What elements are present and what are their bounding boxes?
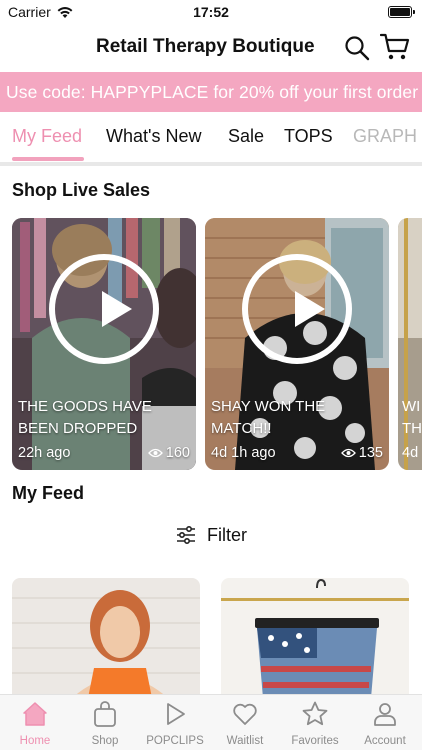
- tab-whats-new[interactable]: What's New: [106, 126, 201, 147]
- live-sale-card-partial[interactable]: WI TH 4d: [398, 218, 422, 470]
- live-sale-title: THE GOODS HAVE BEEN DROPPED: [18, 398, 152, 437]
- category-tabs: My Feed What's New Sale TOPS GRAPH: [0, 112, 422, 166]
- live-sale-time-partial: 4d: [402, 445, 419, 461]
- live-sale-title: SHAY WON THE MATCH!!: [211, 398, 326, 437]
- tab-graphic[interactable]: GRAPH: [353, 126, 417, 147]
- person-icon: [374, 703, 396, 726]
- nav-home[interactable]: Home: [0, 695, 70, 750]
- nav-favorites[interactable]: Favorites: [280, 695, 350, 750]
- heart-icon: [233, 703, 257, 725]
- tab-divider: [0, 162, 422, 166]
- battery-icon: [388, 6, 415, 18]
- play-triangle-icon: [295, 291, 325, 327]
- filter-sliders-icon: [177, 526, 195, 544]
- product-card[interactable]: [12, 578, 200, 698]
- tab-sale[interactable]: Sale: [228, 126, 264, 147]
- star-icon: [302, 701, 328, 726]
- play-triangle-icon: [102, 291, 132, 327]
- nav-waitlist-label: Waitlist: [226, 735, 264, 747]
- bag-icon: [94, 701, 116, 727]
- play-button-icon[interactable]: [49, 254, 159, 364]
- tab-my-feed[interactable]: My Feed: [12, 126, 82, 147]
- views-count: 135: [358, 445, 383, 461]
- nav-waitlist[interactable]: Waitlist: [210, 695, 280, 750]
- live-sale-card[interactable]: SHAY WON THE MATCH!! 4d 1h ago 135: [205, 218, 389, 470]
- search-icon[interactable]: [344, 35, 370, 61]
- tab-tops[interactable]: TOPS: [284, 126, 333, 147]
- nav-popclips[interactable]: POPCLIPS: [140, 695, 210, 750]
- promo-text: Use code: HAPPYPLACE for 20% off your fi…: [6, 82, 419, 102]
- cart-icon[interactable]: [380, 33, 410, 61]
- active-tab-indicator: [12, 157, 84, 161]
- status-bar: Carrier 17:52: [0, 0, 422, 26]
- nav-account[interactable]: Account: [350, 695, 420, 750]
- live-sale-time: 22h ago: [18, 445, 71, 461]
- live-sale-views: 135: [340, 445, 383, 461]
- views-count: 160: [165, 445, 190, 461]
- product-image: [221, 578, 409, 698]
- nav-account-label: Account: [364, 735, 406, 747]
- nav-favorites-label: Favorites: [291, 735, 339, 747]
- eye-icon: [147, 448, 163, 458]
- bottom-navigation: Home Shop POPCLIPS Waitlist Favorites Ac…: [0, 694, 422, 750]
- home-icon: [23, 702, 47, 726]
- filter-label: Filter: [207, 525, 247, 545]
- live-sale-time: 4d 1h ago: [211, 445, 276, 461]
- product-card[interactable]: [221, 578, 409, 698]
- nav-shop[interactable]: Shop: [70, 695, 140, 750]
- nav-shop-label: Shop: [91, 735, 119, 747]
- app-title: Retail Therapy Boutique: [96, 36, 315, 57]
- app-header: Retail Therapy Boutique: [0, 26, 422, 70]
- status-time: 17:52: [193, 4, 229, 20]
- eye-icon: [340, 448, 356, 458]
- nav-home-label: Home: [19, 735, 51, 747]
- play-button-icon[interactable]: [242, 254, 352, 364]
- product-image: [12, 578, 200, 698]
- play-icon: [167, 703, 185, 725]
- promo-banner[interactable]: Use code: HAPPYPLACE for 20% off your fi…: [0, 72, 422, 112]
- live-sales-heading: Shop Live Sales: [12, 180, 151, 200]
- feed-heading: My Feed: [12, 483, 85, 503]
- live-sale-title-partial: WI TH: [402, 398, 422, 437]
- live-sale-views: 160: [147, 445, 190, 461]
- filter-button[interactable]: Filter: [0, 522, 422, 548]
- nav-popclips-label: POPCLIPS: [146, 735, 204, 747]
- live-sale-card[interactable]: THE GOODS HAVE BEEN DROPPED 22h ago 160: [12, 218, 196, 470]
